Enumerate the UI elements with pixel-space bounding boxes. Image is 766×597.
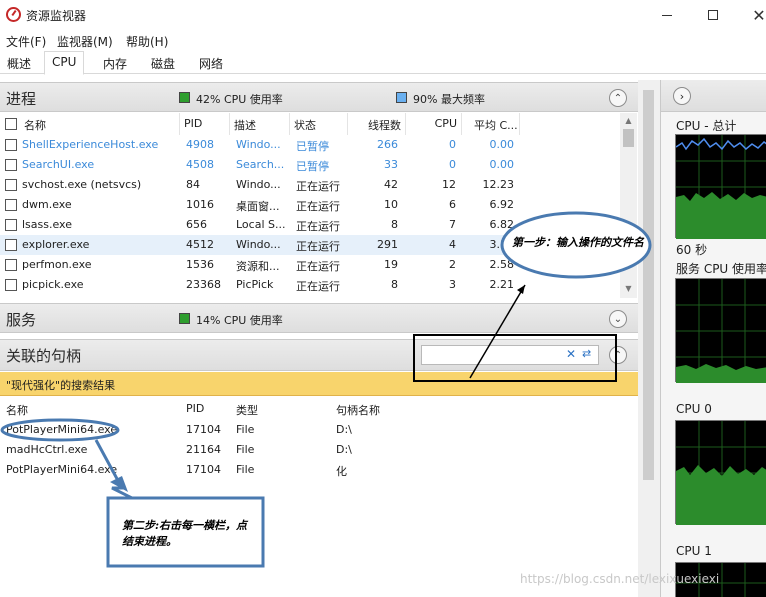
watermark: https://blog.csdn.net/lexixuexiexi xyxy=(520,572,720,586)
annotation-overlay xyxy=(0,211,652,568)
step1-annotation-text: 第一步：输入操作的文件名 xyxy=(512,236,644,249)
step1-arrow-line xyxy=(469,284,526,379)
process-highlight-ellipse xyxy=(0,418,120,442)
step1-arrow-head xyxy=(517,285,525,294)
step2-arrow xyxy=(94,439,137,502)
step2-annotation-text: 第二步:右击每一横栏，点结束进程。 xyxy=(122,519,248,548)
search-highlight-box xyxy=(413,334,617,382)
resource-monitor-window: 资源监视器 ✕ 文件(F) 监视器(M) 帮助(H) 概述 CPU 内存 磁盘 … xyxy=(0,0,766,597)
